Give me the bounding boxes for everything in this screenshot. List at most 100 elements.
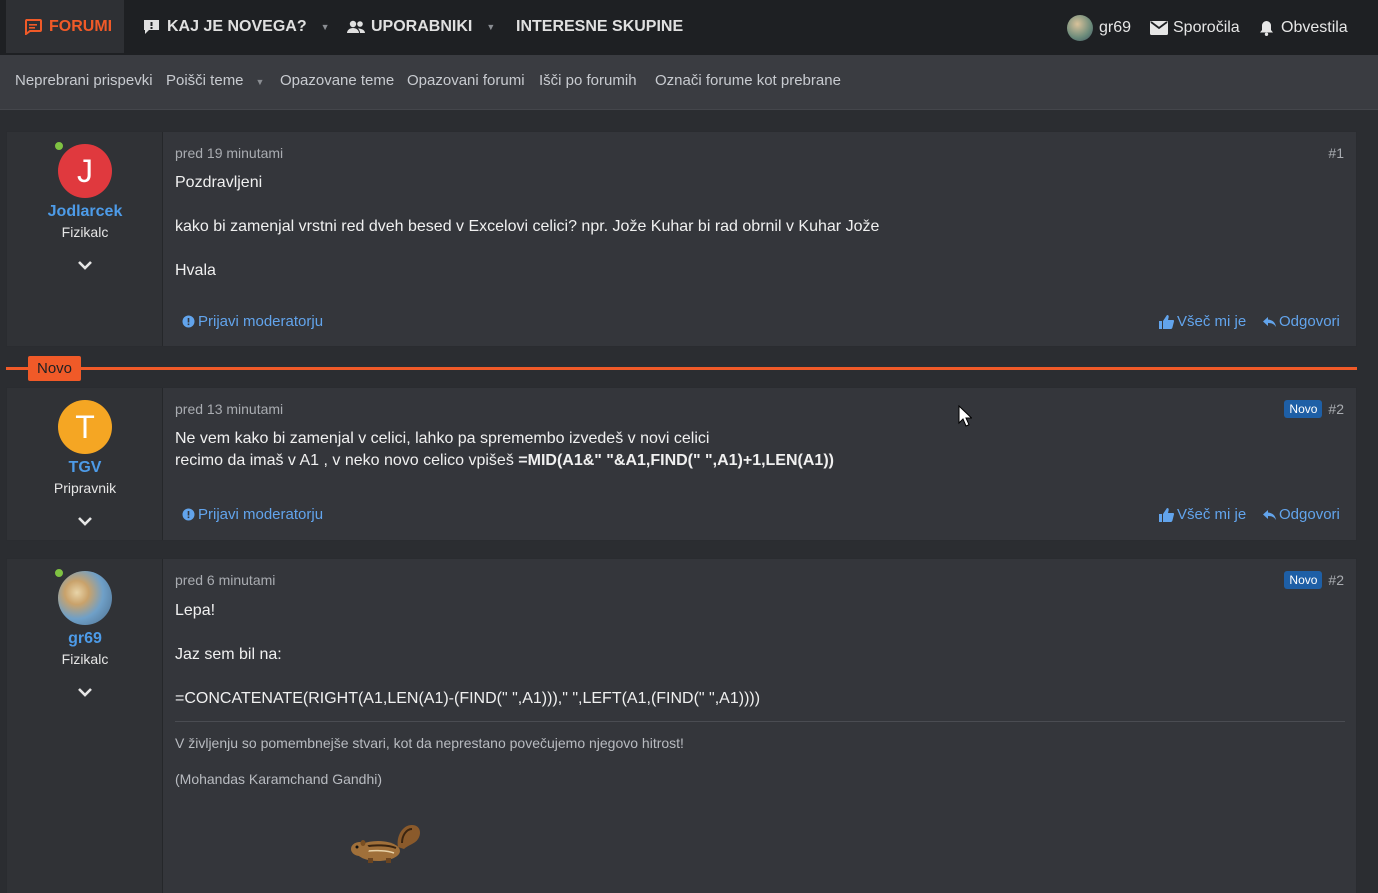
subnav-mark-read[interactable]: Označi forume kot prebrane [655,55,841,107]
users-icon [347,20,365,33]
sub-navigation: Neprebrani prispevki Poišči teme ▼ Opazov… [0,55,1378,110]
reply-label: Odgovori [1279,506,1340,523]
signature-text: V življenju so pomembnejše stvari, kot d… [175,735,684,751]
post-number[interactable]: Novo #2 [1284,571,1344,589]
avatar-initial: J [77,152,93,189]
reply-icon [1263,316,1276,327]
info-circle-icon [182,508,195,521]
report-label: Prijavi moderatorju [198,313,324,330]
chevron-down-icon[interactable] [77,513,93,529]
user-title: Pripravnik [53,480,117,496]
post-1: J Jodlarcek Fizikalc pred 19 minutami #1… [6,131,1357,347]
mouse-cursor-icon [958,405,972,427]
avatar[interactable] [58,571,112,625]
subnav-find-threads-label: Poišči teme [166,72,244,89]
subnav-watched-forums[interactable]: Opazovani forumi [407,55,525,107]
post-text: Pozdravljeni [175,174,263,191]
new-posts-divider [6,367,1357,370]
post-user-panel: T TGV Pripravnik [7,388,163,540]
subnav-find-threads[interactable]: Poišči teme ▼ [166,55,264,107]
post-number[interactable]: Novo #2 [1284,400,1344,418]
alert-bubble-icon [144,19,159,34]
top-navigation: FORUMI KAJ JE NOVEGA? ▼ UPORABNIKI ▼ INT… [0,0,1378,55]
info-circle-icon [182,315,195,328]
new-posts-label: Novo [28,356,82,381]
post-number-label: #2 [1328,572,1344,588]
new-badge: Novo [1284,400,1323,418]
post-time[interactable]: pred 13 minutami [175,401,283,417]
subnav-search-forums[interactable]: Išči po forumih [539,55,637,107]
post-user-panel: gr69 Fizikalc [7,559,163,893]
post-text: Jaz sem bil na: [175,646,282,663]
like-label: Všeč mi je [1177,313,1247,330]
chevron-down-icon[interactable]: ▼ [321,22,330,32]
reply-button[interactable]: Odgovori [1263,506,1340,523]
bell-icon [1260,20,1273,36]
user-title: Fizikalc [61,651,109,667]
post-text: recimo da imaš v A1 , v neko novo celico… [175,452,834,470]
post-author[interactable]: gr69 [7,630,163,648]
post-text: Hvala [175,262,216,279]
nav-tab-forumi[interactable]: FORUMI [6,0,124,53]
new-badge: Novo [1284,571,1323,589]
thumbs-up-icon [1159,314,1174,329]
online-indicator [53,567,65,579]
account-username: gr69 [1099,18,1132,36]
avatar[interactable]: T [58,400,112,454]
chevron-down-icon[interactable]: ▼ [486,22,495,32]
reply-label: Odgovori [1279,313,1340,330]
account-menu[interactable]: gr69 [1067,0,1131,55]
post-time[interactable]: pred 19 minutami [175,145,283,161]
post-text: kako bi zamenjal vrstni red dveh besed v… [175,218,880,235]
post-number[interactable]: #1 [1328,145,1344,161]
user-title: Fizikalc [61,224,109,240]
chat-icon [25,18,42,35]
report-link[interactable]: Prijavi moderatorju [182,506,323,523]
nav-tab-uporabniki[interactable]: UPORABNIKI ▼ [346,0,495,53]
reply-button[interactable]: Odgovori [1263,313,1340,330]
post-time[interactable]: pred 6 minutami [175,572,275,588]
nav-tab-interesne-skupine[interactable]: INTERESNE SKUPINE [516,0,683,53]
signature-text: (Mohandas Karamchand Gandhi) [175,771,383,787]
alerts-link[interactable]: Obvestila [1259,0,1348,55]
chevron-down-icon[interactable]: ▼ [256,77,265,87]
post-3: gr69 Fizikalc pred 6 minutami Novo #2 Le… [6,558,1357,893]
like-button[interactable]: Všeč mi je [1159,506,1246,523]
post-author[interactable]: Jodlarcek [7,203,163,221]
nav-label-uporabniki: UPORABNIKI [371,17,473,35]
subnav-watched-threads[interactable]: Opazovane teme [280,55,394,107]
subnav-unread-posts[interactable]: Neprebrani prispevki [15,55,153,107]
like-button[interactable]: Všeč mi je [1159,313,1246,330]
avatar[interactable]: J [58,144,112,198]
post-2: T TGV Pripravnik pred 13 minutami Novo #… [6,387,1357,541]
nav-tab-kaj-je-novega[interactable]: KAJ JE NOVEGA? ▼ [143,0,330,53]
alerts-label: Obvestila [1281,18,1348,36]
post-text-plain: recimo da imaš v A1 , v neko novo celico… [175,452,519,469]
avatar [1067,14,1093,41]
chevron-down-icon[interactable] [77,684,93,700]
envelope-icon [1150,20,1168,35]
post-number-label: #1 [1328,145,1344,161]
thumbs-up-icon [1159,507,1174,522]
nav-label-interesne-skupine: INTERESNE SKUPINE [516,17,684,35]
like-label: Všeč mi je [1177,506,1247,523]
signature-divider [175,721,1345,722]
post-author[interactable]: TGV [7,459,163,477]
post-formula: =CONCATENATE(RIGHT(A1,LEN(A1)-(FIND(" ",… [175,690,761,707]
messages-link[interactable]: Sporočila [1150,0,1240,55]
post-user-panel: J Jodlarcek Fizikalc [7,132,163,346]
report-label: Prijavi moderatorju [198,506,324,523]
post-formula: =MID(A1&" "&A1,FIND(" ",A1)+1,LEN(A1)) [518,452,834,469]
avatar-initial: T [75,408,95,445]
reply-icon [1263,509,1276,520]
nav-label-forumi: FORUMI [49,17,113,35]
messages-label: Sporočila [1173,18,1240,36]
nav-label-kaj-je-novega: KAJ JE NOVEGA? [167,17,307,35]
chevron-down-icon[interactable] [77,257,93,273]
post-text: Ne vem kako bi zamenjal v celici, lahko … [175,430,710,447]
post-number-label: #2 [1328,401,1344,417]
chipmunk-image [351,825,420,863]
post-text: Lepa! [175,602,216,619]
report-link[interactable]: Prijavi moderatorju [182,313,323,330]
online-indicator [53,140,65,152]
